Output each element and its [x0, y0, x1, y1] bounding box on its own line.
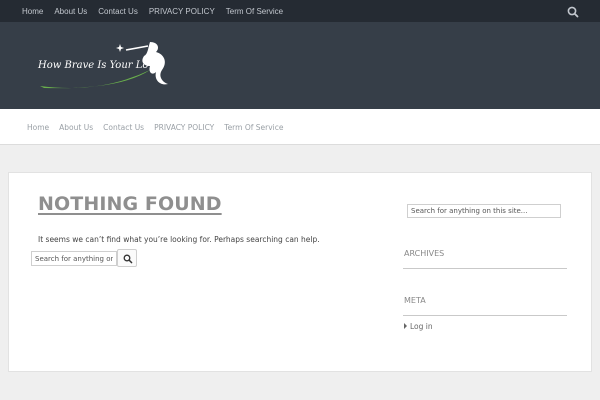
search-button[interactable] [117, 249, 137, 267]
log-in-link[interactable]: Log in [410, 322, 433, 331]
meta-heading: META [404, 296, 426, 305]
not-found-message: It seems we can’t find what you’re looki… [38, 235, 320, 244]
main-nav-privacy-policy[interactable]: PRIVACY POLICY [154, 123, 214, 132]
logo-graphic: How Brave Is Your Love [37, 42, 168, 89]
top-nav-privacy-policy[interactable]: PRIVACY POLICY [149, 7, 215, 16]
top-nav-home[interactable]: Home [22, 7, 43, 16]
caret-right-icon [404, 323, 407, 329]
top-bar: Home About Us Contact Us PRIVACY POLICY … [0, 0, 600, 22]
search-icon [123, 254, 133, 264]
top-nav-term-of-service[interactable]: Term Of Service [226, 7, 283, 16]
top-nav: Home About Us Contact Us PRIVACY POLICY … [22, 0, 294, 22]
divider [403, 315, 567, 316]
main-nav-home[interactable]: Home [27, 123, 49, 132]
site-header: How Brave Is Your Love [0, 22, 600, 109]
main-nav-bar: Home About Us Contact Us PRIVACY POLICY … [0, 109, 600, 145]
content-panel: NOTHING FOUND It seems we can’t find wha… [8, 172, 592, 372]
top-nav-contact-us[interactable]: Contact Us [98, 7, 138, 16]
divider [403, 268, 567, 269]
site-logo[interactable]: How Brave Is Your Love [30, 36, 180, 98]
meta-item-log-in: Log in [404, 321, 433, 331]
sidebar-search-input[interactable] [407, 204, 561, 218]
logo-text: How Brave Is Your Love [37, 60, 160, 71]
main-nav-term-of-service[interactable]: Term Of Service [224, 123, 283, 132]
search-input[interactable] [31, 251, 117, 266]
main-nav-contact-us[interactable]: Contact Us [103, 123, 144, 132]
page-title: NOTHING FOUND [38, 193, 222, 215]
main-nav-about-us[interactable]: About Us [59, 123, 93, 132]
archives-heading: ARCHIVES [404, 249, 445, 258]
top-nav-about-us[interactable]: About Us [54, 7, 87, 16]
search-icon[interactable] [566, 4, 580, 18]
main-nav: Home About Us Contact Us PRIVACY POLICY … [27, 109, 293, 145]
